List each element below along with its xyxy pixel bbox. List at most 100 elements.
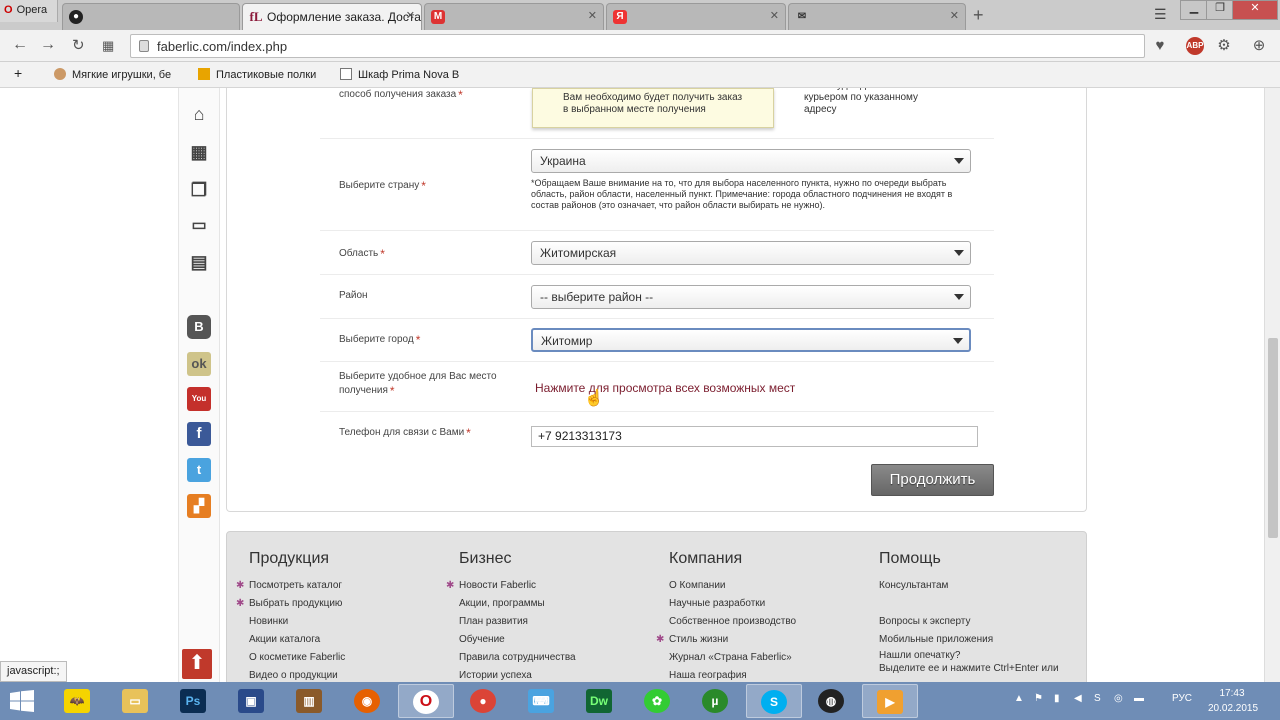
adblock-icon[interactable]: ABP — [1186, 37, 1204, 55]
taskbar-icq[interactable]: ✿ — [630, 684, 686, 718]
tab-menu-icon[interactable]: ☰ — [1154, 6, 1167, 23]
tab-1[interactable]: ● — [62, 3, 240, 30]
footer-link[interactable]: Новинки — [249, 613, 449, 631]
footer-link[interactable]: О косметике Faberlic — [249, 649, 449, 667]
footer-link[interactable]: Обучение — [459, 631, 659, 649]
country-select[interactable]: Украина — [531, 149, 971, 173]
footer-link[interactable]: Акции каталога — [249, 631, 449, 649]
windows-start-icon[interactable] — [10, 690, 34, 712]
region-select[interactable]: Житомирская — [531, 241, 971, 265]
footer-link[interactable]: Мобильные приложения — [879, 631, 1079, 649]
twitter-icon[interactable]: t — [187, 458, 211, 482]
close-window-button[interactable]: ✕ — [1232, 0, 1278, 20]
taskbar-video[interactable]: ▶ — [862, 684, 918, 718]
taskbar-keyboard[interactable]: ⌨ — [514, 684, 570, 718]
maximize-button[interactable]: ❐ — [1206, 0, 1234, 20]
bookmark-3[interactable]: Шкаф Prima Nova B — [340, 68, 459, 81]
footer-link[interactable]: Собственное производство — [669, 613, 869, 631]
youtube-icon[interactable]: You — [187, 387, 211, 411]
tab-5[interactable]: ✉ ✕ — [788, 3, 966, 30]
new-tab-button[interactable]: + — [973, 5, 984, 26]
speed-dial-icon[interactable]: ▦ — [102, 38, 114, 54]
heart-icon[interactable]: ♥ — [1151, 37, 1169, 55]
footer-link[interactable]: Научные разработки — [669, 595, 869, 613]
tab-3[interactable]: M ✕ — [424, 3, 604, 30]
copy-icon[interactable]: ❐ — [187, 178, 211, 202]
opera-menu-button[interactable]: O Opera — [0, 0, 58, 22]
tray-app-icon[interactable]: ◎ — [1114, 693, 1123, 704]
page-scrollbar[interactable] — [1264, 88, 1280, 682]
footer-products: Продукция ✱ Посмотреть каталог ✱ Выбрать п… — [236, 550, 449, 682]
taskbar-floppy[interactable]: ▣ — [224, 684, 280, 718]
pickup-option-box[interactable]: Вам необходимо будет получить заказ в вы… — [532, 88, 774, 128]
monitor-icon[interactable]: ▭ — [187, 214, 211, 238]
tray-flag-icon[interactable]: ⚑ — [1034, 693, 1043, 704]
footer-link[interactable]: План развития — [459, 613, 659, 631]
tab-bar: OOpera ● fL Оформление заказа. Доставка … — [0, 0, 1280, 30]
scrollbar-thumb[interactable] — [1268, 338, 1278, 538]
taskbar-dreamweaver[interactable]: Dw — [572, 684, 628, 718]
close-tab-icon[interactable]: ✕ — [950, 9, 959, 22]
taskbar-skype[interactable]: S — [746, 684, 802, 718]
footer-link[interactable]: ✱ Новости Faberlic — [446, 577, 659, 595]
tray-network-icon[interactable]: ▮ — [1054, 693, 1060, 704]
footer-link[interactable]: Консультантам — [879, 577, 1079, 595]
close-tab-icon[interactable]: ✕ — [588, 9, 597, 22]
tray-power-icon[interactable]: ▬ — [1134, 693, 1144, 704]
tab-4[interactable]: Я ✕ — [606, 3, 786, 30]
bookmark-1[interactable]: Мягкие игрушки, бе — [54, 68, 171, 81]
odnoklassniki-icon[interactable]: ok — [187, 352, 211, 376]
tray-volume-icon[interactable]: ◀ — [1074, 693, 1082, 704]
vk-icon[interactable]: B — [187, 315, 211, 339]
tab-active[interactable]: fL Оформление заказа. Доставка ✕ — [242, 3, 422, 30]
footer-link[interactable]: Вопросы к эксперту — [879, 613, 1079, 631]
forward-icon[interactable]: → — [40, 36, 56, 54]
district-select[interactable]: -- выберите район -- — [531, 285, 971, 309]
footer-link[interactable]: Истории успеха — [459, 667, 659, 682]
footer-link[interactable]: ✱ Посмотреть каталог — [236, 577, 449, 595]
url-input[interactable]: faberlic.com/index.php — [130, 34, 1145, 58]
gear-icon[interactable]: ⚙ — [1215, 37, 1233, 55]
tray-expand-icon[interactable]: ▲ — [1014, 693, 1024, 704]
reload-icon[interactable]: ↻ — [72, 36, 85, 54]
envelope-icon: ✉ — [797, 11, 807, 22]
taskbar-opera[interactable]: O — [398, 684, 454, 718]
footer-link[interactable]: ✱ Стиль жизни — [656, 631, 869, 649]
clock[interactable]: 17:43 20.02.2015 — [1208, 686, 1258, 716]
taskbar-chrome[interactable]: ● — [456, 684, 512, 718]
calendar-icon[interactable]: ▤ — [187, 250, 211, 274]
taskbar-obs[interactable]: ◍ — [804, 684, 860, 718]
footer-link[interactable]: Наша география — [669, 667, 869, 682]
taskbar-explorer[interactable]: ▭ — [108, 684, 164, 718]
footer-link[interactable]: О Компании — [669, 577, 869, 595]
footer-link[interactable]: Журнал «Страна Faberlic» — [669, 649, 869, 667]
scroll-to-top-button[interactable]: ⬆ — [182, 649, 212, 679]
footer-link[interactable]: Видео о продукции — [249, 667, 449, 682]
taskbar-utorrent[interactable]: µ — [688, 684, 744, 718]
mailru-icon[interactable]: ▞ — [187, 494, 211, 518]
home-icon[interactable]: ⌂ — [187, 102, 211, 126]
language-indicator[interactable]: РУС — [1172, 693, 1192, 704]
table-icon[interactable]: ▦ — [187, 140, 211, 164]
continue-button[interactable]: Продолжить — [871, 464, 994, 496]
footer-link[interactable]: Правила сотрудничества — [459, 649, 659, 667]
bookmark-2[interactable]: Пластиковые полки — [198, 68, 316, 81]
download-icon[interactable]: ⊕ — [1250, 37, 1268, 55]
phone-input[interactable]: +7 9213313173 — [531, 426, 978, 447]
taskbar-batman[interactable]: 🦇 — [50, 684, 106, 718]
footer-link[interactable]: Акции, программы — [459, 595, 659, 613]
back-icon[interactable]: ← — [12, 36, 28, 54]
taskbar-photoshop[interactable]: Ps — [166, 684, 222, 718]
taskbar-archive[interactable]: ▥ — [282, 684, 338, 718]
city-select[interactable]: Житомир — [531, 328, 971, 352]
city-row: Выберите город * Житомир — [320, 319, 994, 362]
taskbar-firefox[interactable]: ◉ — [340, 684, 396, 718]
tray-skype-icon[interactable]: S — [1094, 693, 1101, 704]
pickup-places-link[interactable]: Нажмите для просмотра всех возможных мес… — [535, 381, 795, 395]
add-bookmark-icon[interactable]: + — [14, 65, 22, 81]
close-tab-icon[interactable]: ✕ — [770, 9, 779, 22]
footer-link[interactable]: ✱ Выбрать продукцию — [236, 595, 449, 613]
close-tab-icon[interactable]: ✕ — [406, 9, 415, 22]
minimize-button[interactable]: ▁ — [1180, 0, 1208, 20]
facebook-icon[interactable]: f — [187, 422, 211, 446]
